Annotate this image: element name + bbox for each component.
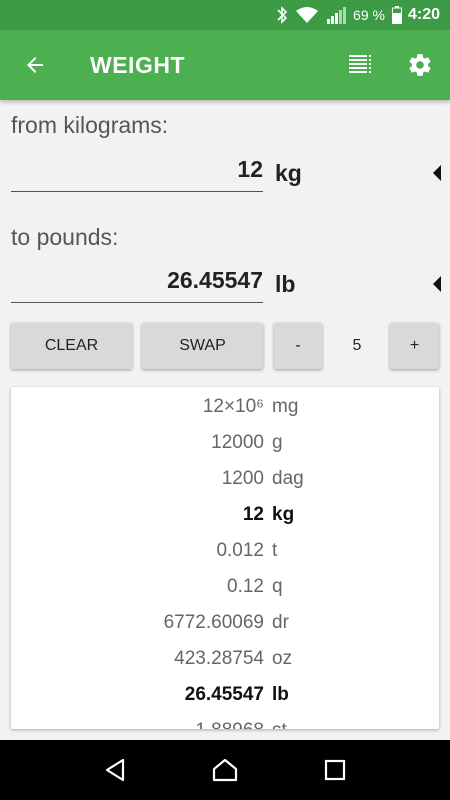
to-value-output[interactable]: 26.45547 [11, 265, 263, 303]
list-button[interactable] [330, 30, 390, 100]
swap-button[interactable]: SWAP [142, 323, 263, 369]
gear-icon [409, 54, 431, 76]
square-recents-icon [324, 759, 346, 781]
to-label: to pounds: [11, 224, 119, 250]
list-item-unit: dr [272, 612, 289, 633]
to-row: 26.45547 lb [11, 264, 441, 304]
clock: 4:20 [407, 6, 440, 23]
conversion-list[interactable]: 12×10⁶ mg 12000 g 1200 dag 12 kg 0.012 t… [11, 387, 439, 729]
to-unit: lb [275, 270, 296, 297]
list-item-unit: st [272, 720, 287, 729]
from-unit-dropdown[interactable] [433, 165, 441, 181]
list-item[interactable]: 6772.60069 dr [11, 605, 439, 641]
list-item-selected-to[interactable]: 26.45547 lb [11, 677, 439, 713]
settings-button[interactable] [390, 30, 450, 100]
list-item-unit: q [272, 576, 283, 597]
status-bar: 69 % 4:20 [0, 0, 450, 30]
list-item-unit: lb [272, 684, 289, 705]
list-item[interactable]: 423.28754 oz [11, 641, 439, 677]
precision-minus-button[interactable]: - [274, 323, 322, 369]
precision-value: 5 [352, 337, 362, 354]
list-item-value: 12000 [211, 432, 264, 453]
list-item-value: 1.88968 [11, 720, 264, 729]
list-item[interactable]: 1.88968 st [11, 713, 439, 729]
list-item-value: 0.12 [227, 576, 264, 597]
list-item-unit: dag [272, 468, 304, 489]
app-bar: WEIGHT [0, 30, 450, 100]
battery-icon [391, 6, 402, 24]
clear-button[interactable]: CLEAR [11, 323, 132, 369]
list-item-value: 6772.60069 [163, 612, 264, 633]
precision-plus-button[interactable]: + [390, 323, 439, 369]
list-item-value: 12×10⁶ [202, 396, 264, 417]
wifi-icon [295, 6, 319, 24]
list-item-unit: kg [272, 504, 295, 525]
from-unit: kg [275, 159, 302, 186]
arrow-back-icon [27, 57, 43, 73]
list-icon [349, 55, 371, 73]
list-item-unit: oz [272, 648, 293, 669]
battery-percent: 69 % [353, 7, 385, 23]
nav-home-button[interactable] [195, 740, 255, 800]
from-row: 12 kg [11, 153, 441, 193]
list-item[interactable]: 12×10⁶ mg [11, 389, 439, 425]
controls-row: CLEAR SWAP - 5 + [11, 323, 441, 369]
list-item-value: 423.28754 [174, 648, 264, 669]
list-item-unit: g [272, 432, 283, 453]
list-item-unit: t [272, 540, 278, 561]
to-unit-dropdown[interactable] [433, 276, 441, 292]
bluetooth-icon [276, 6, 288, 24]
list-item-value: 0.012 [216, 540, 264, 561]
from-label: from kilograms: [11, 112, 169, 138]
home-icon [212, 758, 238, 782]
system-nav-bar [0, 740, 450, 800]
page-title: WEIGHT [90, 51, 185, 78]
list-item-selected-from[interactable]: 12 kg [11, 497, 439, 533]
list-item[interactable]: 1200 dag [11, 461, 439, 497]
from-value-input[interactable]: 12 [11, 154, 263, 192]
triangle-back-icon [105, 758, 125, 782]
list-item[interactable]: 0.12 q [11, 569, 439, 605]
nav-back-button[interactable] [85, 740, 145, 800]
back-button[interactable] [0, 30, 70, 100]
signal-icon [326, 6, 347, 24]
list-item-value: 1200 [221, 468, 264, 489]
list-item[interactable]: 0.012 t [11, 533, 439, 569]
nav-recents-button[interactable] [305, 740, 365, 800]
list-item[interactable]: 12000 g [11, 425, 439, 461]
list-item-value: 12 [242, 504, 264, 525]
list-item-unit: mg [272, 396, 299, 417]
list-item-value: 26.45547 [184, 684, 264, 705]
